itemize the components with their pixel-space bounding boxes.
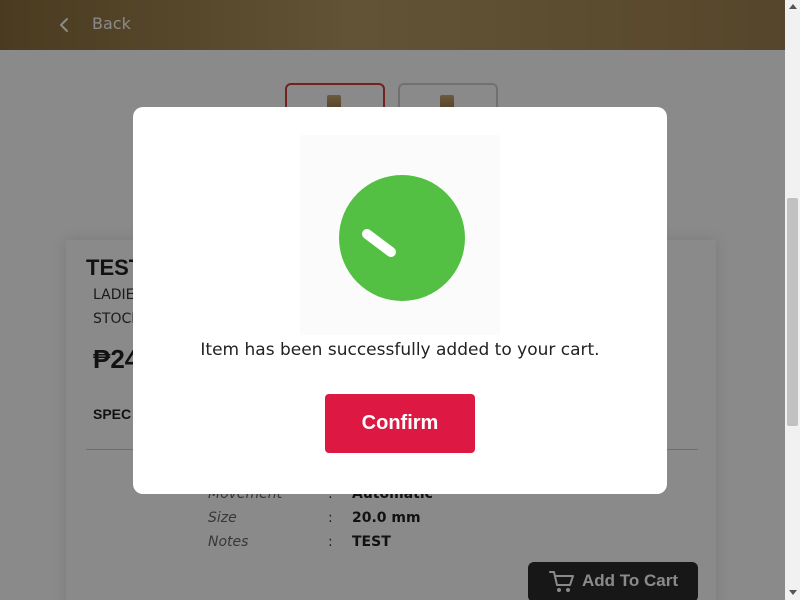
check-circle-icon — [339, 175, 465, 301]
scroll-down-arrow-icon[interactable] — [789, 590, 797, 595]
scrollbar-thumb[interactable] — [787, 198, 798, 426]
confirm-button[interactable]: Confirm — [325, 394, 475, 453]
vertical-scrollbar[interactable] — [785, 0, 800, 600]
success-illustration — [300, 135, 500, 335]
success-message: Item has been successfully added to your… — [200, 340, 600, 360]
check-stroke — [360, 226, 398, 260]
success-modal: Item has been successfully added to your… — [133, 107, 667, 494]
scroll-up-arrow-icon[interactable] — [789, 4, 797, 9]
